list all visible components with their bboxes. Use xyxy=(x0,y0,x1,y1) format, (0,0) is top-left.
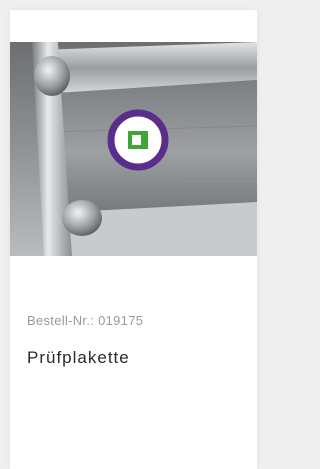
order-number: Bestell-Nr.: 019175 xyxy=(27,313,143,328)
order-number-value: 019175 xyxy=(98,313,144,328)
product-photo xyxy=(10,42,257,256)
product-name[interactable]: Prüfplakette xyxy=(27,348,130,368)
inspection-badge-icon xyxy=(107,109,169,171)
product-image[interactable] xyxy=(10,42,257,256)
order-number-label: Bestell-Nr.: xyxy=(27,313,95,328)
